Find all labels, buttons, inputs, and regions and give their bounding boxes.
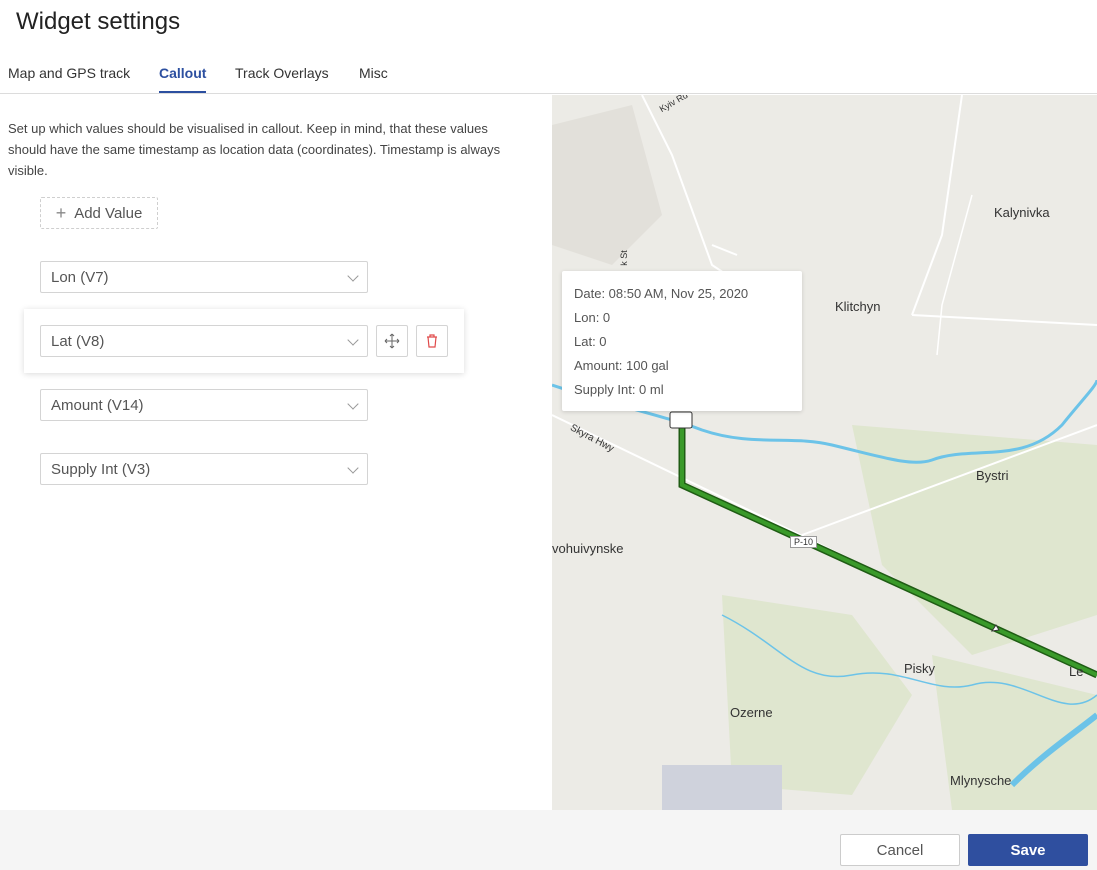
callout-lat: Lat: 0 <box>574 334 607 349</box>
tab-callout[interactable]: Callout <box>159 65 207 93</box>
value-select-label: Amount (V14) <box>51 396 144 414</box>
add-value-label: Add Value <box>74 204 143 222</box>
chevron-down-icon <box>347 270 359 282</box>
tab-misc[interactable]: Misc <box>359 65 388 93</box>
callout-date: Date: 08:50 AM, Nov 25, 2020 <box>574 286 749 301</box>
save-button[interactable]: Save <box>968 834 1088 866</box>
move-button[interactable] <box>376 325 408 357</box>
road-badge: P-10 <box>790 536 818 548</box>
value-select-lat[interactable]: Lat (V8) <box>40 325 368 357</box>
plus-icon: + <box>55 203 67 223</box>
tab-track-overlays[interactable]: Track Overlays <box>235 65 329 93</box>
map-callout: Date: 08:50 AM, Nov 25, 2020 Lon: 0 Lat:… <box>562 271 802 411</box>
chevron-down-icon <box>347 462 359 474</box>
callout-amount: Amount: 100 gal <box>574 358 669 373</box>
map-label: Mlynysche <box>950 773 1012 788</box>
add-value-button[interactable]: + Add Value <box>40 197 158 229</box>
page-title: Widget settings <box>16 8 181 35</box>
move-icon <box>384 333 400 349</box>
map-label: Pisky <box>904 661 936 676</box>
delete-button[interactable] <box>416 325 448 357</box>
value-select-label: Lon (V7) <box>51 268 109 286</box>
map-label: Kalynivka <box>994 205 1050 220</box>
callout-description: Set up which values should be visualised… <box>8 121 501 178</box>
callout-lon: Lon: 0 <box>574 310 611 325</box>
value-select-lon[interactable]: Lon (V7) <box>40 261 368 293</box>
map-label: k St <box>618 250 629 266</box>
map-preview[interactable]: Kalynivka Klitchyn Bystri vohuivynske Pi… <box>552 95 1097 810</box>
trash-icon <box>427 334 437 348</box>
chevron-down-icon <box>347 398 359 410</box>
value-select-supply-int[interactable]: Supply Int (V3) <box>40 453 368 485</box>
map-label: vohuivynske <box>552 541 624 556</box>
cancel-button[interactable]: Cancel <box>840 834 960 866</box>
value-select-label: Supply Int (V3) <box>51 460 151 478</box>
map-label: Bystri <box>976 468 1009 483</box>
map-label: Ozerne <box>730 705 773 720</box>
map-label: Klitchyn <box>835 299 881 314</box>
value-select-amount[interactable]: Amount (V14) <box>40 389 368 421</box>
tab-map-and-gps-track[interactable]: Map and GPS track <box>8 65 130 93</box>
map-canvas <box>552 95 1097 810</box>
tab-bar: Map and GPS track Callout Track Overlays… <box>0 56 1097 94</box>
chevron-down-icon <box>347 334 359 346</box>
map-label: Le <box>1069 664 1084 679</box>
callout-supply: Supply Int: 0 ml <box>574 382 664 397</box>
footer-bar: Cancel Save <box>0 810 1097 870</box>
value-select-label: Lat (V8) <box>51 332 105 350</box>
